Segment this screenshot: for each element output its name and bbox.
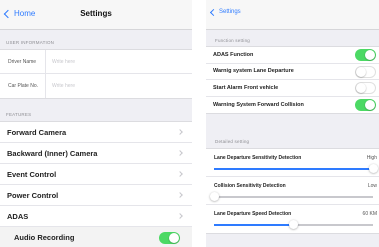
detailed-setting-header: Detailed setting	[215, 139, 250, 144]
slider-fill	[214, 168, 373, 170]
feature-forward-camera[interactable]: Forward Camera	[0, 122, 192, 143]
car-plate-label: Car Plate No.	[0, 74, 46, 98]
function-setting-group: ADAS Function Warnig system Lane Departu…	[206, 46, 379, 114]
features-header: FEATURES	[6, 112, 32, 117]
forward-collision-warning-toggle[interactable]	[355, 98, 376, 111]
slider-thumb[interactable]	[368, 164, 378, 173]
car-plate-input[interactable]	[46, 83, 166, 89]
lane-speed-slider-row: Lane Departure Speed Detection 60 KM	[206, 205, 379, 233]
feature-label: ADAS	[7, 211, 29, 221]
toggle-knob	[169, 232, 179, 243]
slider-thumb[interactable]	[209, 192, 219, 201]
slider-track[interactable]	[214, 196, 373, 198]
feature-adas[interactable]: ADAS	[0, 206, 192, 227]
chevron-right-icon	[177, 129, 183, 135]
feature-label: Event Control	[7, 169, 57, 179]
lane-sensitivity-slider-row: Lane Departure Sensitivity Detection Hig…	[206, 149, 379, 177]
function-label: ADAS Function	[213, 51, 254, 58]
adas-function-row: ADAS Function	[206, 47, 379, 64]
chevron-left-icon	[209, 8, 218, 17]
feature-backward-camera[interactable]: Backward (Inner) Camera	[0, 143, 192, 164]
chevron-right-icon	[177, 150, 183, 156]
function-label: Warnig system Lane Departure	[213, 68, 294, 75]
audio-recording-row: Audio Recording	[0, 227, 192, 247]
toggle-knob	[356, 83, 366, 93]
front-vehicle-alarm-toggle[interactable]	[355, 82, 376, 94]
back-label: Settings	[219, 9, 241, 15]
audio-recording-label: Audio Recording	[14, 233, 75, 242]
user-information-group: Driver Name Car Plate No.	[0, 49, 192, 99]
navigation-bar: Settings	[206, 0, 379, 30]
audio-recording-toggle[interactable]	[159, 231, 180, 244]
toggle-knob	[356, 66, 366, 77]
navigation-bar: Home Settings	[0, 0, 192, 30]
user-information-header: USER INFORMATION	[6, 40, 55, 45]
car-plate-row: Car Plate No.	[0, 74, 192, 98]
adas-settings-screen: Settings Function setting ADAS Function …	[206, 0, 379, 247]
driver-name-row: Driver Name	[0, 50, 192, 74]
toggle-knob	[365, 50, 375, 60]
lane-departure-warning-row: Warnig system Lane Departure	[206, 64, 379, 80]
front-vehicle-alarm-row: Start Alarm Front vehicle	[206, 80, 379, 97]
slider-track[interactable]	[214, 168, 373, 170]
function-setting-header: Function setting	[215, 38, 250, 43]
slider-label: Collision Sensitivity Detection	[214, 183, 286, 189]
function-label: Warning System Forward Collision	[213, 101, 304, 108]
function-label: Start Alarm Front vehicle	[213, 84, 279, 91]
driver-name-input[interactable]	[46, 58, 166, 65]
features-group: Forward Camera Backward (Inner) Camera E…	[0, 121, 192, 247]
detailed-setting-group: Lane Departure Sensitivity Detection Hig…	[206, 148, 379, 234]
feature-event-control[interactable]: Event Control	[0, 164, 192, 185]
page-title: Settings	[80, 9, 112, 18]
settings-screen: Home Settings USER INFORMATION Driver Na…	[0, 0, 192, 247]
slider-thumb[interactable]	[289, 220, 298, 229]
settings-back-button[interactable]: Settings	[209, 8, 241, 17]
chevron-right-icon	[177, 192, 183, 198]
slider-fill	[214, 224, 294, 226]
lane-departure-warning-toggle[interactable]	[355, 65, 376, 78]
slider-label: Lane Departure Sensitivity Detection	[214, 155, 302, 161]
slider-value: High	[366, 155, 377, 161]
slider-value: Low	[367, 183, 377, 189]
toggle-knob	[365, 99, 375, 110]
chevron-right-icon	[177, 213, 183, 219]
feature-power-control[interactable]: Power Control	[0, 185, 192, 206]
adas-function-toggle[interactable]	[355, 49, 376, 61]
feature-label: Power Control	[7, 190, 59, 200]
feature-label: Forward Camera	[7, 127, 67, 137]
slider-label: Lane Departure Speed Detection	[214, 211, 292, 217]
slider-value: 60 KM	[362, 211, 377, 217]
driver-name-label: Driver Name	[0, 50, 46, 73]
feature-label: Backward (Inner) Camera	[7, 148, 98, 158]
collision-sensitivity-slider-row: Collision Sensitivity Detection Low	[206, 177, 379, 205]
forward-collision-warning-row: Warning System Forward Collision	[206, 97, 379, 114]
chevron-right-icon	[177, 171, 183, 177]
